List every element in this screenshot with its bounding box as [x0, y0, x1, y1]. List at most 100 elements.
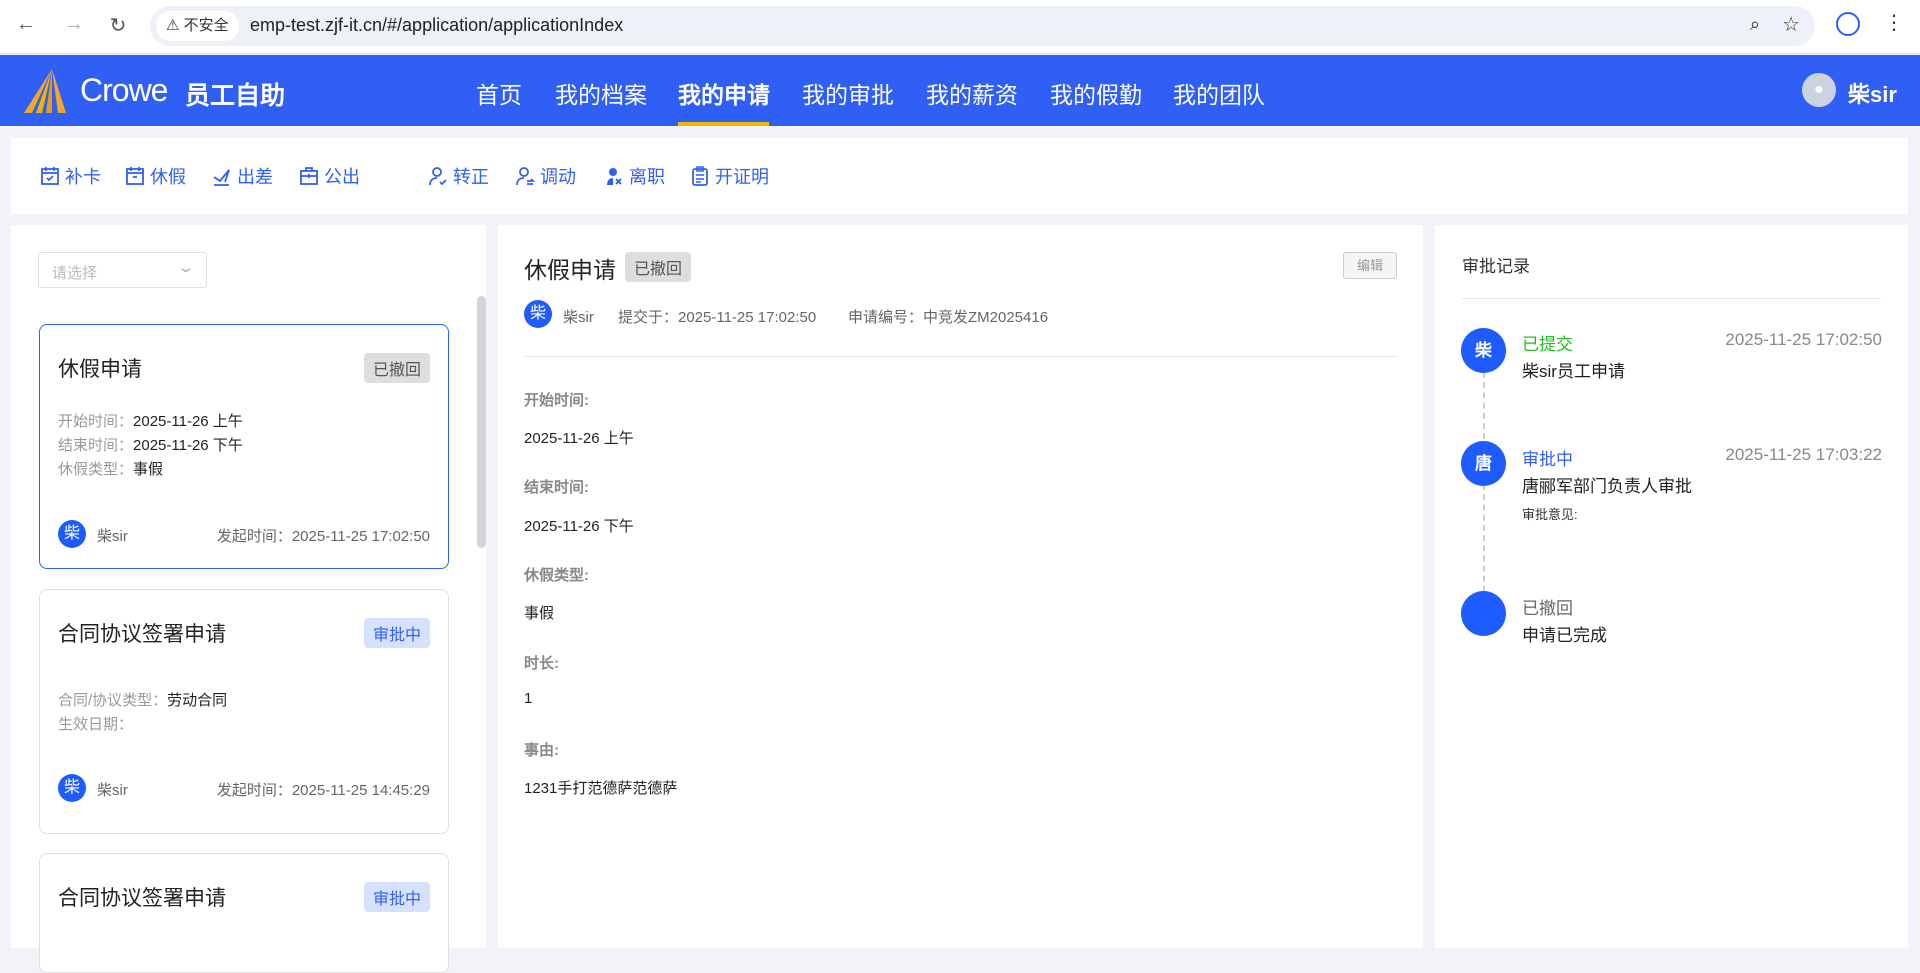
- avatar: 柴: [524, 300, 552, 328]
- divider: [1462, 298, 1881, 299]
- card-field: 休假类型：事假: [58, 461, 164, 478]
- app-title: 员工自助: [185, 82, 286, 110]
- toolbar-label: 开证明: [715, 167, 769, 187]
- forward-icon[interactable]: →: [60, 13, 88, 36]
- field-label: 事由:: [524, 742, 559, 759]
- card-time: 发起时间：2025-11-25 14:45:29: [216, 782, 430, 799]
- toolbar-label: 离职: [629, 167, 665, 187]
- briefcase-icon: [300, 167, 318, 185]
- plane-icon: [213, 169, 230, 186]
- field-value: 2025-11-26 下午: [524, 518, 634, 535]
- toolbar-leave[interactable]: 休假: [124, 163, 186, 189]
- nav-home[interactable]: 首页: [476, 76, 522, 110]
- toolbar-certificate[interactable]: 开证明: [689, 163, 769, 189]
- field-value: 1: [524, 690, 533, 707]
- address-bar[interactable]: ⚠ 不安全 emp-test.zjf-it.cn/#/application/a…: [150, 6, 1815, 46]
- toolbar-label: 补卡: [65, 167, 101, 187]
- timeline-dot: [1461, 591, 1506, 636]
- list-scrollbar[interactable]: [477, 296, 486, 548]
- toolbar-official-out[interactable]: 公出: [298, 163, 360, 189]
- applicant-name: 柴sir: [563, 309, 594, 326]
- detail-status-badge: 已撤回: [625, 252, 692, 282]
- user-name[interactable]: 柴sir: [1848, 77, 1897, 109]
- application-card[interactable]: 休假申请 已撤回 开始时间：2025-11-26 上午 结束时间：2025-11…: [39, 324, 449, 569]
- card-field: 合同/协议类型：劳动合同: [58, 692, 228, 709]
- detail-title: 休假申请: [524, 257, 616, 283]
- application-card[interactable]: 合同协议签署申请 审批中 合同/协议类型：劳动合同 生效日期： 柴 柴sir 发…: [39, 589, 449, 834]
- toolbar-transfer[interactable]: 调动: [514, 163, 576, 189]
- security-indicator[interactable]: ⚠ 不安全: [156, 11, 239, 41]
- field-value: 2025-11-26 上午: [524, 430, 634, 447]
- nav-approvals[interactable]: 我的审批: [802, 76, 894, 110]
- nav-applications[interactable]: 我的申请: [678, 76, 770, 110]
- card-title: 合同协议签署申请: [58, 887, 226, 910]
- application-detail-panel: [498, 225, 1423, 948]
- card-title: 休假申请: [58, 358, 142, 381]
- back-icon[interactable]: ←: [12, 13, 40, 36]
- records-title: 审批记录: [1462, 257, 1530, 276]
- toolbar-label: 出差: [237, 167, 273, 187]
- record-desc: 柴sir员工申请: [1522, 362, 1625, 381]
- active-nav-indicator: [678, 122, 769, 126]
- user-avatar-icon[interactable]: ●: [1802, 73, 1836, 107]
- nav-salary[interactable]: 我的薪资: [926, 76, 1018, 110]
- field-label: 开始时间:: [524, 392, 589, 409]
- status-filter-select[interactable]: 请选择 ⌄: [38, 252, 207, 288]
- browser-toolbar: ← → ↻ ⚠ 不安全 emp-test.zjf-it.cn/#/applica…: [0, 0, 1920, 54]
- calendar-check-icon: [41, 167, 59, 185]
- card-field: 生效日期：: [58, 716, 134, 733]
- field-label: 时长:: [524, 655, 559, 672]
- application-card[interactable]: 合同协议签署申请 审批中: [39, 853, 449, 973]
- bookmark-star-icon[interactable]: ☆: [1782, 12, 1800, 37]
- status-badge: 已撤回: [363, 353, 430, 383]
- calendar-icon: [126, 167, 144, 185]
- application-number: 申请编号：中竞发ZM2025416: [848, 309, 1049, 326]
- timeline-avatar: 唐: [1461, 441, 1506, 486]
- field-value: 1231手打范德萨范德萨: [524, 780, 678, 797]
- brand-name: Crowe: [80, 72, 168, 108]
- profile-icon[interactable]: [1836, 12, 1860, 36]
- card-title: 合同协议签署申请: [58, 623, 226, 646]
- toolbar-business-trip[interactable]: 出差: [211, 163, 273, 189]
- record-status: 审批中: [1522, 450, 1573, 469]
- toolbar-clock-fix[interactable]: 补卡: [39, 163, 101, 189]
- application-type-toolbar: [11, 138, 1908, 214]
- card-field: 开始时间：2025-11-26 上午: [58, 413, 243, 430]
- user-remove-icon: [607, 168, 622, 185]
- avatar: 柴: [58, 520, 86, 548]
- timeline-avatar: 柴: [1461, 328, 1506, 373]
- field-label: 休假类型:: [524, 567, 589, 584]
- status-badge: 审批中: [363, 618, 430, 648]
- url-text[interactable]: emp-test.zjf-it.cn/#/application/applica…: [250, 15, 623, 36]
- toolbar-label: 调动: [540, 167, 576, 187]
- toolbar-label: 休假: [150, 167, 186, 187]
- zoom-icon[interactable]: ⌕: [1750, 14, 1760, 35]
- crowe-logo-icon: [24, 69, 66, 113]
- nav-team[interactable]: 我的团队: [1173, 76, 1265, 110]
- record-time: 2025-11-25 17:03:22: [1725, 445, 1882, 464]
- avatar: 柴: [58, 774, 86, 802]
- toolbar-label: 转正: [453, 167, 489, 187]
- divider: [524, 356, 1398, 357]
- toolbar-label: 公出: [324, 167, 360, 187]
- chevron-down-icon: ⌄: [176, 259, 196, 275]
- select-placeholder: 请选择: [52, 265, 98, 282]
- toolbar-regularization[interactable]: 转正: [427, 163, 489, 189]
- card-user: 柴sir: [97, 782, 128, 799]
- card-field: 结束时间：2025-11-26 下午: [58, 437, 243, 454]
- nav-attendance[interactable]: 我的假勤: [1050, 76, 1142, 110]
- field-value: 事假: [524, 605, 555, 622]
- clipboard-icon: [692, 166, 708, 186]
- nav-profile[interactable]: 我的档案: [555, 76, 647, 110]
- record-opinion: 审批意见:: [1522, 507, 1578, 522]
- submitted-time: 提交于：2025-11-25 17:02:50: [618, 309, 817, 326]
- menu-icon[interactable]: ⋮: [1884, 10, 1904, 35]
- record-time: 2025-11-25 17:02:50: [1725, 330, 1882, 349]
- reload-icon[interactable]: ↻: [104, 13, 132, 38]
- security-label: 不安全: [183, 17, 229, 34]
- user-check-icon: [429, 167, 447, 186]
- toolbar-resignation[interactable]: 离职: [603, 163, 665, 189]
- edit-button[interactable]: 编辑: [1343, 252, 1397, 279]
- app-header: Crowe 员工自助 首页 我的档案 我的申请 我的审批 我的薪资 我的假勤 我…: [0, 55, 1920, 126]
- record-status: 已撤回: [1522, 599, 1573, 618]
